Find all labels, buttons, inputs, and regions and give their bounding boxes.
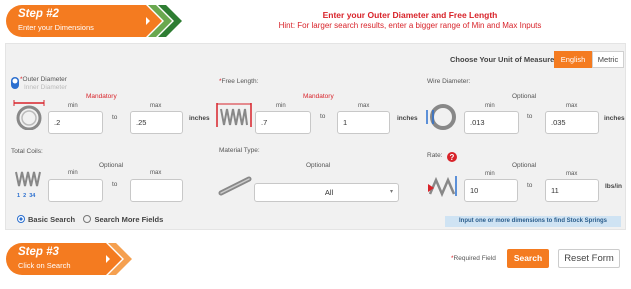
radio-selected-icon [17,215,25,223]
step3-banner: Step #3 Click on Search [6,243,184,275]
wire-diameter-icon [426,100,460,135]
search-mode-group: Basic Search Search More Fields [17,215,163,224]
total-coils-max-label: max [150,170,162,176]
free-length-min-input[interactable]: .7 [255,111,311,134]
material-status: Optional [306,162,331,169]
chevron-arrows-icon [94,243,132,275]
unit-metric-button[interactable]: Metric [592,51,624,68]
step3-title: Step #3 [18,246,59,258]
svg-text:?: ? [450,153,455,162]
free-length-spring-icon [216,101,252,134]
spring-rate-icon [426,174,460,203]
step2-subtitle: Enter your Dimensions [18,23,94,32]
free-length-min-label: min [276,103,286,109]
diameter-to-label: to [112,114,118,121]
rate-unit: lbs/in [605,183,622,190]
diameter-max-label: max [150,103,162,109]
rate-min-label: min [485,171,495,177]
wire-diameter-label: Wire Diameter: [427,78,471,85]
basic-search-label: Basic Search [28,215,76,224]
search-button[interactable]: Search [507,249,549,268]
total-coils-min-label: min [68,170,78,176]
header-title: Enter your Outer Diameter and Free Lengt… [322,10,498,20]
free-length-max-input[interactable]: 1 [337,111,390,134]
basic-search-radio[interactable]: Basic Search [17,215,75,224]
free-length-status: Mandatory [303,93,334,100]
step2-title: Step #2 [18,8,59,20]
wire-diameter-min-label: min [485,103,495,109]
step2-banner: Step #2 Enter your Dimensions [6,5,184,37]
wire-diameter-status: Optional [512,93,537,100]
wire-diameter-to-label: to [527,113,533,120]
diameter-unit: inches [189,115,210,122]
chevron-down-icon: ▾ [389,189,393,195]
total-coils-status: Optional [99,162,124,169]
wire-diameter-max-label: max [566,103,578,109]
radio-unselected-icon [83,215,92,223]
diameter-min-label: min [68,103,78,109]
free-length-to-label: to [320,113,326,120]
rate-max-label: max [566,171,578,177]
step3-subtitle: Click on Search [18,261,71,270]
material-selected-value: All [324,188,334,197]
more-fields-radio[interactable]: Search More Fields [83,215,163,224]
rate-min-input[interactable]: 10 [464,179,518,202]
help-icon[interactable]: ? [447,149,457,167]
header-hint: Hint: For larger search results, enter a… [278,21,542,30]
diameter-max-input[interactable]: .25 [130,111,183,134]
rate-max-input[interactable]: 11 [545,179,599,202]
diameter-status: Mandatory [86,93,117,100]
total-coils-to-label: to [112,181,118,188]
free-length-unit: inches [397,115,418,122]
more-fields-label: Search More Fields [94,215,164,224]
wire-diameter-unit: inches [604,115,625,122]
coil-count-numbers: 1 2 34 [17,193,36,199]
info-banner: Input one or more dimensions to find Sto… [445,216,621,227]
free-length-max-label: max [358,103,370,109]
chevron-arrows-icon [134,5,182,37]
rate-to-label: to [527,182,533,189]
free-length-label: *Free Length: [219,78,259,85]
rate-status: Optional [512,162,537,169]
required-field-note: *Required Field [451,255,496,262]
material-label: Material Type: [219,147,260,154]
wire-rod-icon [218,176,252,201]
outer-diameter-label[interactable]: *Outer Diameter [20,76,67,83]
inner-diameter-label[interactable]: Inner Diameter [24,84,67,91]
wire-diameter-min-input[interactable]: .013 [464,111,519,134]
outer-diameter-icon [10,100,48,135]
unit-english-button[interactable]: English [554,51,592,68]
unit-label: Choose Your Unit of Measure: [450,55,557,64]
reset-form-button[interactable]: Reset Form [558,249,620,268]
wire-diameter-max-input[interactable]: .035 [545,111,599,134]
total-coils-min-input[interactable] [48,179,103,202]
diameter-min-input[interactable]: .2 [48,111,103,134]
rate-label: Rate: [427,152,443,159]
total-coils-max-input[interactable] [130,179,183,202]
material-select[interactable]: All ▾ [254,183,399,202]
total-coils-label: Total Coils: [11,148,43,155]
toggle-icon[interactable] [11,76,19,94]
